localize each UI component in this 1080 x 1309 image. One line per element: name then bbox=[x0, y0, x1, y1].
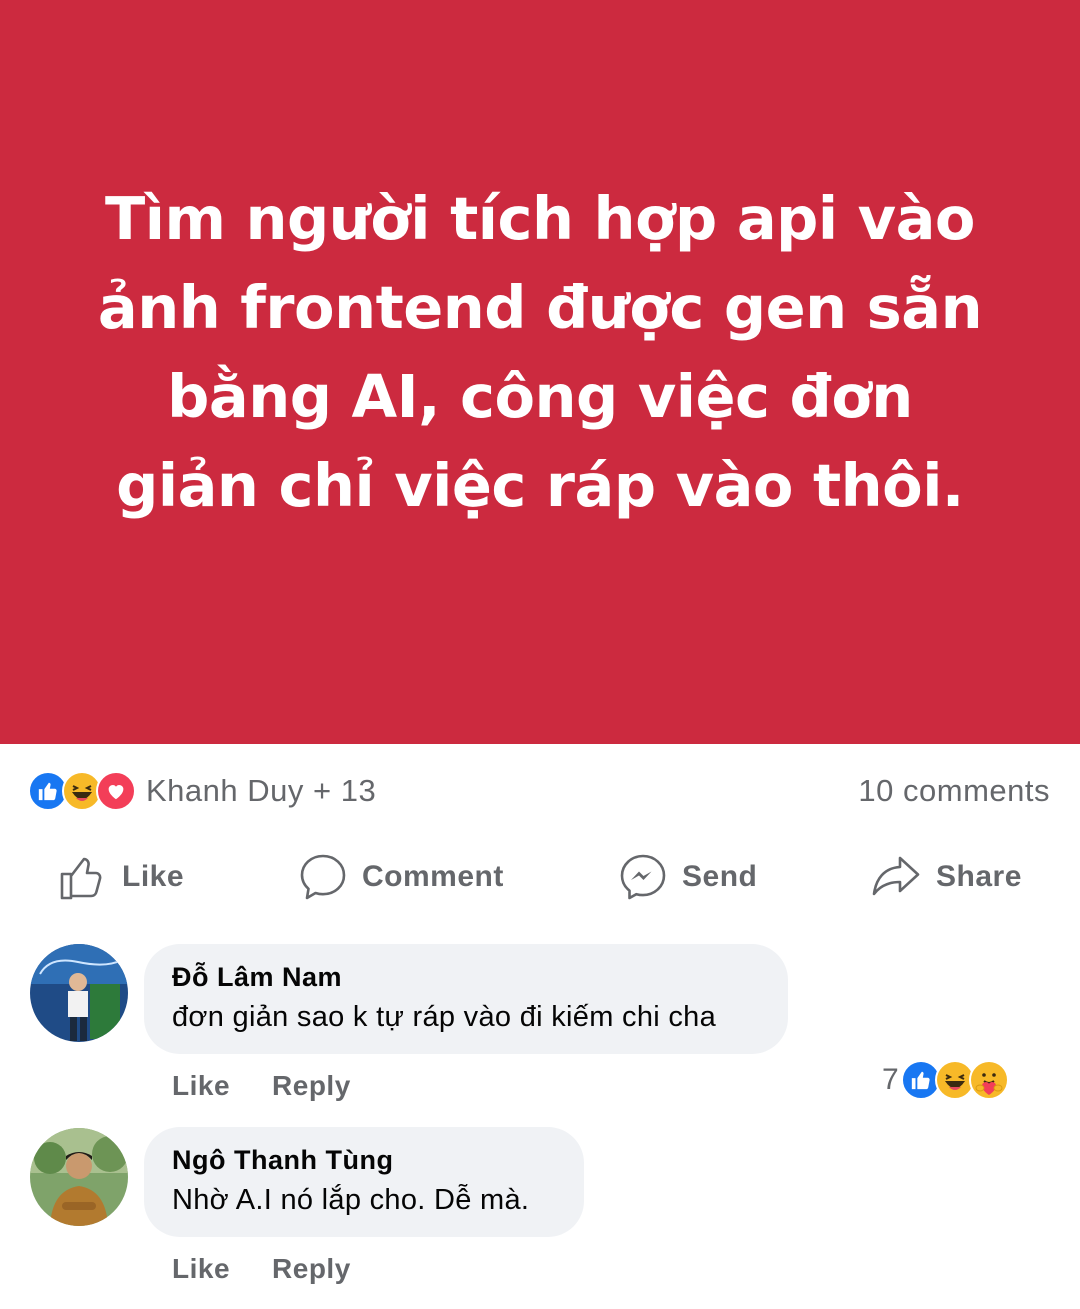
like-label: Like bbox=[122, 860, 185, 893]
comment-bubble: Ngô Thanh Tùng Nhờ A.I nó lắp cho. Dễ mà… bbox=[144, 1127, 584, 1237]
comment-item: Ngô Thanh Tùng Nhờ A.I nó lắp cho. Dễ mà… bbox=[30, 1127, 1050, 1297]
like-outline-icon bbox=[60, 857, 102, 900]
comment-text: đơn giản sao k tự ráp vào đi kiếm chi ch… bbox=[172, 1001, 716, 1033]
send-button[interactable]: Send bbox=[618, 852, 757, 902]
share-icon bbox=[872, 856, 920, 896]
post-text: Tìm người tích hợp api vào ảnh frontend … bbox=[97, 184, 983, 520]
comment-reply-button[interactable]: Reply bbox=[272, 1070, 351, 1102]
comments-count[interactable]: 10 comments bbox=[858, 773, 1050, 809]
love-icon bbox=[96, 771, 136, 811]
comment-actions: Like Reply bbox=[172, 1253, 393, 1285]
comment-reply-button[interactable]: Reply bbox=[272, 1253, 351, 1285]
comment-icon bbox=[300, 854, 346, 900]
reaction-names[interactable]: Khanh Duy + 13 bbox=[146, 773, 376, 809]
comment-button[interactable]: Comment bbox=[298, 852, 504, 902]
send-label: Send bbox=[682, 860, 758, 893]
comment-reactions[interactable]: 7 bbox=[882, 1060, 1009, 1100]
comment-author[interactable]: Đỗ Lâm Nam bbox=[172, 962, 758, 993]
comment-item: Đỗ Lâm Nam đơn giản sao k tự ráp vào đi … bbox=[30, 944, 1050, 1114]
care-icon bbox=[968, 1060, 1009, 1100]
post-action-bar: Like Comment Send Share bbox=[0, 840, 1080, 914]
avatar[interactable] bbox=[30, 1128, 128, 1226]
reactions-left[interactable]: Khanh Duy + 13 bbox=[28, 771, 376, 811]
share-label: Share bbox=[936, 860, 1022, 893]
messenger-icon bbox=[620, 854, 666, 900]
comment-text: Nhờ A.I nó lắp cho. Dễ mà. bbox=[172, 1184, 530, 1216]
comment-like-button[interactable]: Like bbox=[172, 1253, 230, 1285]
avatar[interactable] bbox=[30, 944, 128, 1042]
comment-actions: Like Reply bbox=[172, 1070, 393, 1102]
comment-bubble: Đỗ Lâm Nam đơn giản sao k tự ráp vào đi … bbox=[144, 944, 788, 1054]
share-button[interactable]: Share bbox=[870, 852, 1022, 902]
like-button[interactable]: Like bbox=[58, 852, 184, 902]
reactions-summary: Khanh Duy + 13 10 comments bbox=[28, 768, 1050, 814]
comment-label: Comment bbox=[362, 860, 504, 893]
reaction-icons[interactable] bbox=[28, 771, 136, 811]
comment-author[interactable]: Ngô Thanh Tùng bbox=[172, 1145, 554, 1176]
comment-reaction-count: 7 bbox=[882, 1063, 899, 1096]
post-background: Tìm người tích hợp api vào ảnh frontend … bbox=[0, 0, 1080, 744]
comment-like-button[interactable]: Like bbox=[172, 1070, 230, 1102]
